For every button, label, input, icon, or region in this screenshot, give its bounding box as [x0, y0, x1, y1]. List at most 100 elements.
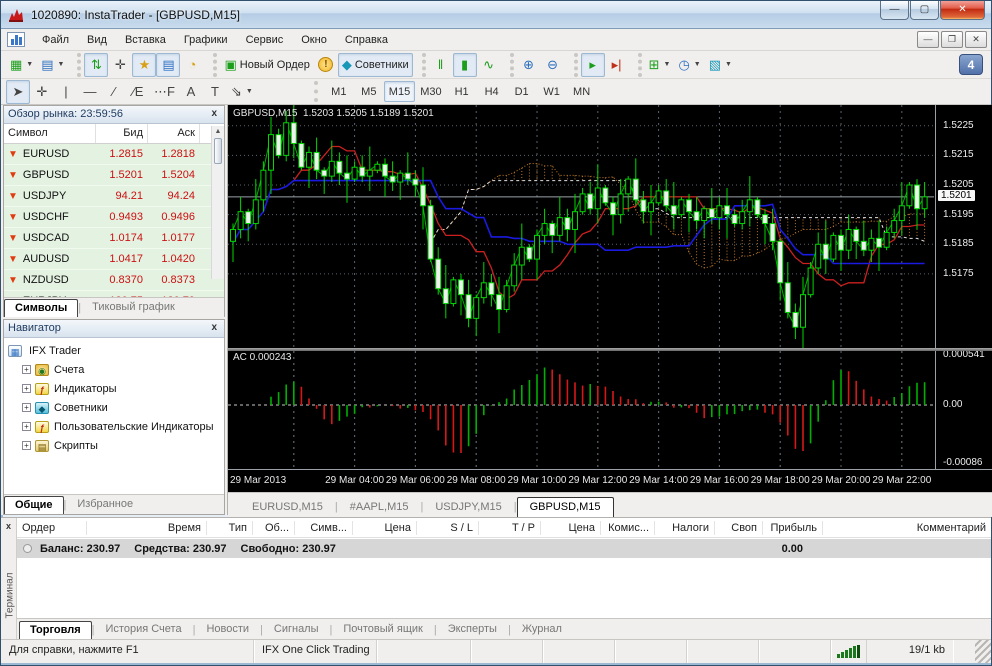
chart-tab-0[interactable]: EURUSD,M15	[240, 498, 335, 517]
terminal-tab-3[interactable]: Сигналы	[263, 620, 330, 639]
terminal-tab-5[interactable]: Эксперты	[437, 620, 508, 639]
timeframe-h4[interactable]: H4	[477, 81, 507, 102]
scroll-thumb[interactable]	[214, 138, 222, 164]
navigator-tab-1[interactable]: Избранное	[66, 495, 144, 514]
navigator-close-icon[interactable]: x	[208, 322, 220, 335]
time-axis[interactable]: 29 Mar 201329 Mar 04:0029 Mar 06:0029 Ma…	[228, 469, 992, 492]
market-watch-row[interactable]: ▼USDJPY94.2194.24	[4, 186, 224, 207]
mdi-restore-button[interactable]: ❐	[941, 31, 963, 48]
column-bid[interactable]: Бид	[96, 124, 148, 143]
line-chart-button[interactable]: ∿	[477, 53, 501, 77]
terminal-close-icon[interactable]: x	[1, 518, 16, 531]
close-button[interactable]: ✕	[940, 1, 985, 20]
terminal-tab-4[interactable]: Почтовый ящик	[332, 620, 433, 639]
timeframe-m5[interactable]: M5	[354, 81, 384, 102]
terminal-column-6[interactable]: S / L	[417, 521, 479, 535]
menu-item-5[interactable]: Окно	[292, 31, 336, 49]
navigator-item-4[interactable]: +▤Скрипты	[8, 436, 224, 455]
terminal-column-3[interactable]: Об...	[253, 521, 295, 535]
minimize-button[interactable]: —	[880, 1, 909, 20]
mailbox-badge[interactable]: 4	[959, 54, 983, 75]
menu-item-6[interactable]: Справка	[336, 31, 397, 49]
text-tool[interactable]: A	[179, 80, 203, 104]
templates-button[interactable]: ▧▼	[705, 53, 736, 77]
menu-item-4[interactable]: Сервис	[237, 31, 293, 49]
strategy-tester-toggle[interactable]: ◔	[180, 53, 204, 77]
label-tool[interactable]: T	[203, 80, 227, 104]
expand-icon[interactable]: +	[22, 422, 31, 431]
crosshair-tool[interactable]: ✛	[30, 80, 54, 104]
terminal-column-10[interactable]: Налоги	[655, 521, 715, 535]
terminal-column-13[interactable]: Комментарий	[823, 521, 991, 535]
maximize-button[interactable]: ▢	[910, 1, 939, 20]
zoom-in-button[interactable]: ⊕	[517, 53, 541, 77]
navigator-item-0[interactable]: +◉Счета	[8, 360, 224, 379]
candle-chart-button[interactable]: ▮	[453, 53, 477, 77]
chart-canvas[interactable]: GBPUSD,M15 1.5203 1.5205 1.5189 1.5201 A…	[228, 105, 992, 492]
market-watch-titlebar[interactable]: Обзор рынка: 23:59:56 x	[4, 106, 224, 124]
market-watch-tab-1[interactable]: Тиковый график	[81, 298, 186, 317]
timeframe-m30[interactable]: M30	[415, 81, 446, 102]
terminal-column-1[interactable]: Время	[87, 521, 207, 535]
menu-item-3[interactable]: Графики	[175, 31, 237, 49]
status-trading-mode[interactable]: IFX One Click Trading	[254, 640, 377, 663]
cursor-tool[interactable]: ➤	[6, 80, 30, 104]
mdi-minimize-button[interactable]: —	[917, 31, 939, 48]
autoscroll-button[interactable]: ▸	[581, 53, 605, 77]
timeframe-m1[interactable]: M1	[324, 81, 354, 102]
profiles-button[interactable]: ▤▼	[37, 53, 68, 77]
market-watch-row[interactable]: ▼GBPUSD1.52011.5204	[4, 165, 224, 186]
fibonacci-tool[interactable]: ⋯F	[150, 80, 179, 104]
terminal-column-9[interactable]: Комис...	[601, 521, 655, 535]
data-window-toggle[interactable]: ✛	[108, 53, 132, 77]
channel-tool[interactable]: ∕E	[126, 80, 150, 104]
terminal-column-2[interactable]: Тип	[207, 521, 253, 535]
terminal-column-7[interactable]: T / P	[479, 521, 541, 535]
market-watch-row[interactable]: ▼EURUSD1.28151.2818	[4, 144, 224, 165]
periods-button[interactable]: ◷▼	[674, 53, 704, 77]
terminal-column-8[interactable]: Цена	[541, 521, 601, 535]
expand-icon[interactable]: +	[22, 365, 31, 374]
terminal-tab-6[interactable]: Журнал	[511, 620, 573, 639]
market-watch-tab-0[interactable]: Символы	[4, 299, 78, 317]
column-ask[interactable]: Аск	[148, 124, 200, 143]
market-watch-row[interactable]: ▼USDCAD1.01741.0177	[4, 228, 224, 249]
expand-icon[interactable]: +	[22, 441, 31, 450]
menu-item-2[interactable]: Вставка	[116, 31, 175, 49]
menu-item-1[interactable]: Вид	[78, 31, 116, 49]
market-watch-scrollbar[interactable]: ▲	[211, 126, 224, 279]
mdi-close-button[interactable]: ✕	[965, 31, 987, 48]
terminal-column-4[interactable]: Симв...	[295, 521, 353, 535]
menu-item-0[interactable]: Файл	[33, 31, 78, 49]
chart-splitter[interactable]	[228, 348, 992, 351]
terminal-column-12[interactable]: Прибыль	[763, 521, 823, 535]
timeframe-h1[interactable]: H1	[447, 81, 477, 102]
market-watch-row[interactable]: ▼EURJPY120.75120.79	[4, 291, 224, 297]
navigator-tab-0[interactable]: Общие	[4, 496, 64, 514]
navigator-titlebar[interactable]: Навигатор x	[4, 320, 224, 338]
chart-tab-1[interactable]: #AAPL,M15	[338, 498, 421, 517]
market-watch-close-icon[interactable]: x	[208, 108, 220, 121]
timeframe-m15[interactable]: M15	[384, 81, 415, 102]
vertical-line-tool[interactable]: |	[54, 80, 78, 104]
terminal-tab-2[interactable]: Новости	[195, 620, 260, 639]
timeframe-mn[interactable]: MN	[567, 81, 597, 102]
timeframe-w1[interactable]: W1	[537, 81, 567, 102]
column-symbol[interactable]: Символ	[4, 124, 96, 143]
price-axis[interactable]: 1.52251.52151.52051.51951.51851.51751.52…	[935, 105, 992, 469]
navigator-item-3[interactable]: +ƒПользовательские Индикаторы	[8, 417, 224, 436]
chart-tab-2[interactable]: USDJPY,M15	[423, 498, 513, 517]
market-watch-row[interactable]: ▼AUDUSD1.04171.0420	[4, 249, 224, 270]
navigator-toggle[interactable]: ★	[132, 53, 156, 77]
indicators-button[interactable]: ⊞▼	[645, 53, 675, 77]
market-watch-row[interactable]: ▼USDCHF0.94930.9496	[4, 207, 224, 228]
navigator-item-1[interactable]: +ƒИндикаторы	[8, 379, 224, 398]
terminal-column-5[interactable]: Цена	[353, 521, 417, 535]
advisors-button[interactable]: ◆Советники	[338, 53, 413, 77]
new-order-button[interactable]: ▣Новый Ордер	[220, 53, 313, 77]
terminal-tab-1[interactable]: История Счета	[95, 620, 193, 639]
chart-tab-3[interactable]: GBPUSD,M15	[517, 497, 614, 517]
alert-icon[interactable]: !	[314, 53, 338, 77]
new-chart-button[interactable]: ▦▼	[6, 53, 37, 77]
timeframe-d1[interactable]: D1	[507, 81, 537, 102]
